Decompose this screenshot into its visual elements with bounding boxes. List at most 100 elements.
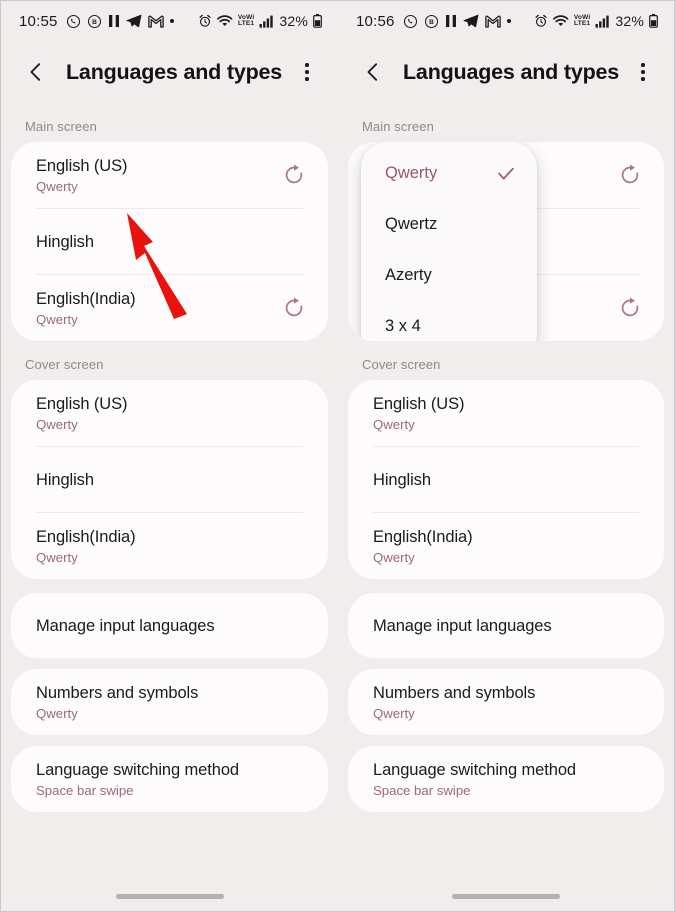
alarm-icon: [534, 14, 548, 28]
dropdown-option-qwertz[interactable]: Qwertz: [361, 199, 537, 250]
svg-text:B: B: [92, 19, 97, 26]
list-item-title: English(India): [373, 527, 473, 546]
reset-icon[interactable]: [618, 163, 642, 187]
dropdown-option-azerty[interactable]: Azerty: [361, 250, 537, 301]
list-item-subtitle: Space bar swipe: [373, 782, 471, 798]
app-bar: Languages and types: [1, 41, 338, 103]
keyboard-type-dropdown[interactable]: Qwerty Qwertz Azerty 3 x 4: [361, 142, 537, 341]
list-item-title: English (US): [373, 394, 465, 413]
main-screen-card: English (US) Qwerty Hinglish English(Ind…: [11, 142, 328, 341]
telegram-icon: [463, 14, 479, 28]
list-item-title: English(India): [36, 527, 136, 546]
list-item-title: Manage input languages: [36, 616, 215, 635]
section-label-main-screen: Main screen: [362, 119, 434, 134]
back-chevron-icon[interactable]: [23, 59, 49, 85]
list-item-subtitle: Qwerty: [373, 416, 415, 432]
telegram-icon: [126, 14, 142, 28]
wifi-icon: [552, 14, 569, 28]
list-item-title: Hinglish: [373, 470, 431, 489]
gmail-icon: [484, 15, 501, 28]
battery-icon: [313, 14, 322, 28]
list-item[interactable]: English(India) Qwerty: [348, 513, 664, 579]
list-item[interactable]: English (US) Qwerty: [11, 380, 328, 446]
list-item[interactable]: English(India) Qwerty: [11, 513, 328, 579]
language-switching-method-card[interactable]: Language switching method Space bar swip…: [348, 746, 664, 812]
dropdown-option-label: Qwertz: [385, 215, 438, 233]
status-bar-right: VoWi LTE1 32%: [534, 13, 658, 29]
more-options-icon[interactable]: [294, 59, 320, 85]
gmail-icon: [147, 15, 164, 28]
status-time: 10:55: [19, 12, 58, 30]
status-bar-right: VoWi LTE1 32%: [198, 13, 322, 29]
dot-icon: [506, 19, 511, 23]
list-item-subtitle: Space bar swipe: [36, 782, 134, 798]
circle-b-icon: B: [87, 14, 102, 29]
list-item-title: Numbers and symbols: [36, 683, 199, 702]
section-label-cover-screen: Cover screen: [362, 357, 441, 372]
status-bar-left: 10:56 B: [356, 13, 534, 30]
list-item-title: Numbers and symbols: [373, 683, 536, 702]
wifi-icon: [216, 14, 233, 28]
network-label-bottom: LTE1: [238, 20, 255, 27]
reset-icon[interactable]: [282, 296, 306, 320]
reset-icon[interactable]: [282, 163, 306, 187]
settings-content: Main screen English (US) Qwerty Hinglish: [1, 103, 338, 812]
status-bar-left: 10:55 B: [19, 13, 198, 30]
manage-input-languages-card[interactable]: Manage input languages: [348, 593, 664, 658]
list-item[interactable]: Numbers and symbols Qwerty: [11, 669, 328, 735]
manage-input-languages-card[interactable]: Manage input languages: [11, 593, 328, 658]
signal-bars-icon: [259, 15, 274, 28]
reset-icon[interactable]: [618, 296, 642, 320]
page-title: Languages and types: [66, 59, 283, 84]
list-item[interactable]: English (US) Qwerty: [348, 380, 664, 446]
list-item-title: Hinglish: [36, 470, 94, 489]
dropdown-option-qwerty[interactable]: Qwerty: [361, 148, 537, 199]
settings-content: Main screen Qwerty Qwertz Azerty 3 x 4 C…: [338, 103, 674, 812]
list-item[interactable]: Language switching method Space bar swip…: [348, 746, 664, 812]
list-item-subtitle: Qwerty: [36, 549, 78, 565]
list-item-title: English (US): [36, 156, 128, 175]
back-chevron-icon[interactable]: [360, 59, 386, 85]
dropdown-option-label: Qwerty: [385, 164, 438, 182]
svg-text:B: B: [429, 19, 434, 26]
list-item[interactable]: English(India) Qwerty: [11, 275, 328, 341]
status-time: 10:56: [356, 12, 395, 30]
volte-network-icon: VoWi LTE1: [574, 14, 591, 28]
check-icon: [495, 163, 517, 185]
list-item[interactable]: English (US) Qwerty: [11, 142, 328, 208]
status-bar: 10:55 B VoWi LTE1 32%: [1, 1, 338, 41]
section-label-cover-screen: Cover screen: [25, 357, 104, 372]
home-indicator: [115, 894, 224, 899]
list-item[interactable]: Hinglish: [11, 209, 328, 274]
numbers-and-symbols-card[interactable]: Numbers and symbols Qwerty: [348, 669, 664, 735]
dot-icon: [169, 19, 174, 23]
pause-icon: [445, 14, 457, 28]
language-switching-method-card[interactable]: Language switching method Space bar swip…: [11, 746, 328, 812]
list-item-title: Language switching method: [36, 760, 239, 779]
battery-percent: 32%: [615, 13, 644, 29]
list-item-title: Manage input languages: [373, 616, 552, 635]
phone-screen-left: 10:55 B VoWi LTE1 32% Languages and type…: [0, 0, 338, 912]
dropdown-option-3x4[interactable]: 3 x 4: [361, 301, 537, 341]
list-item[interactable]: Manage input languages: [348, 593, 664, 658]
cover-screen-card: English (US) Qwerty Hinglish English(Ind…: [11, 380, 328, 579]
list-item-title: English (US): [36, 394, 128, 413]
list-item[interactable]: Manage input languages: [11, 593, 328, 658]
status-bar: 10:56 B VoWi LTE1 32%: [338, 1, 674, 41]
numbers-and-symbols-card[interactable]: Numbers and symbols Qwerty: [11, 669, 328, 735]
volte-network-icon: VoWi LTE1: [238, 14, 255, 28]
list-item-subtitle: Qwerty: [36, 311, 78, 327]
dropdown-option-label: Azerty: [385, 266, 432, 284]
more-options-icon[interactable]: [630, 59, 656, 85]
section-label-main-screen: Main screen: [25, 119, 97, 134]
network-label-bottom: LTE1: [574, 20, 591, 27]
list-item-subtitle: Qwerty: [373, 549, 415, 565]
phone-screen-right: 10:56 B VoWi LTE1 32% Languages and type…: [338, 0, 675, 912]
list-item[interactable]: Hinglish: [11, 447, 328, 512]
whatsapp-icon: [403, 14, 418, 29]
list-item[interactable]: Numbers and symbols Qwerty: [348, 669, 664, 735]
list-item[interactable]: Language switching method Space bar swip…: [11, 746, 328, 812]
list-item[interactable]: Hinglish: [348, 447, 664, 512]
page-title: Languages and types: [403, 59, 620, 84]
pause-icon: [108, 14, 120, 28]
